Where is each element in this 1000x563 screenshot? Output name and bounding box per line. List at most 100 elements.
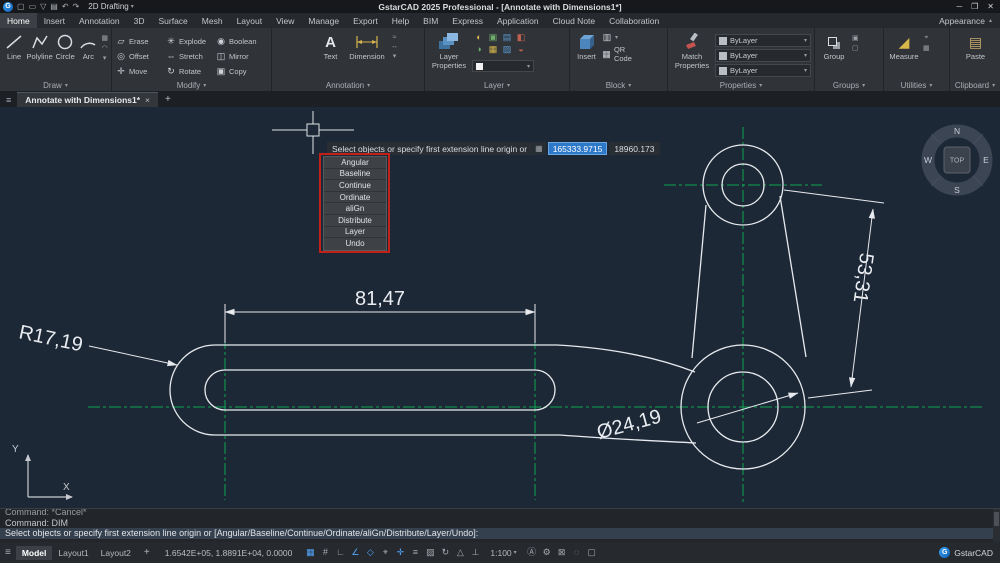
command-line-panel[interactable]: Command: *Cancel* Command: DIM Select ob…	[0, 508, 1000, 542]
layout-menu-icon[interactable]: ≡	[5, 547, 13, 558]
ribbon-tab-bim[interactable]: BIM	[416, 13, 445, 28]
layout-tab-layout2[interactable]: Layout2	[95, 546, 137, 560]
toggle-dynamic-ucs[interactable]: ⊥	[468, 545, 482, 560]
layer-properties-tool[interactable]: Layer Properties	[429, 32, 469, 70]
layer-tool-icons[interactable]: ◐ ▣ ▤ ◧ ◑ ▦ ▨ ◒	[472, 33, 534, 57]
panel-label-clipboard[interactable]: Clipboard▾	[950, 79, 1000, 91]
gstarcad-logo-icon[interactable]: G	[3, 2, 13, 12]
command-scrollbar[interactable]	[993, 509, 1000, 542]
circle-tool[interactable]: Circle	[55, 32, 75, 62]
toggle-lock-ui[interactable]: ⊠	[555, 545, 569, 560]
toggle-clean-screen[interactable]: ▢	[585, 545, 599, 560]
menu-item-ordinate[interactable]: Ordinate	[324, 192, 386, 204]
text-tool[interactable]: A Text	[318, 32, 343, 62]
modify-tool-erase[interactable]: ▱ Erase	[116, 34, 166, 49]
ribbon-tab-annotation[interactable]: Annotation	[72, 13, 127, 28]
toggle-snap[interactable]: #	[318, 545, 332, 560]
save-icon[interactable]: ▽	[40, 3, 46, 11]
layer-isolate-icon[interactable]: ◑	[472, 45, 486, 57]
ribbon-tab-3d[interactable]: 3D	[127, 13, 152, 28]
maximize-button[interactable]: ❐	[971, 2, 978, 11]
panel-label-layer[interactable]: Layer▾	[425, 79, 569, 91]
annotation-scale-control[interactable]: 1:100 ▾	[485, 548, 521, 558]
ribbon-tab-home[interactable]: Home	[0, 13, 37, 28]
dimension-tool[interactable]: Dimension	[346, 32, 388, 62]
new-file-icon[interactable]: ▢	[17, 3, 25, 11]
layout-tab-layout1[interactable]: Layout1	[52, 546, 94, 560]
ribbon-tab-mesh[interactable]: Mesh	[195, 13, 230, 28]
ribbon-tab-layout[interactable]: Layout	[230, 13, 270, 28]
coord-y-input[interactable]: 18960.173	[609, 142, 659, 155]
ribbon-tab-application[interactable]: Application	[490, 13, 546, 28]
match-properties-tool[interactable]: Match Properties	[672, 32, 712, 70]
toggle-object-snap[interactable]: ◇	[363, 545, 377, 560]
toggle-transparency[interactable]: ▨	[423, 545, 437, 560]
command-prompt-line[interactable]: Select objects or specify first extensio…	[0, 528, 1000, 539]
ribbon-tab-collaboration[interactable]: Collaboration	[602, 13, 666, 28]
polyline-tool[interactable]: Polyline	[27, 32, 52, 62]
layer-dropdown[interactable]: ▾	[472, 60, 534, 72]
modify-tool-rotate[interactable]: ↻ Rotate	[166, 64, 216, 79]
layout-tab-model[interactable]: Model	[16, 546, 53, 560]
panel-label-utilities[interactable]: Utilities▾	[884, 79, 949, 91]
toggle-lineweight[interactable]: ≡	[408, 545, 422, 560]
coord-x-input[interactable]: 165333.9715	[548, 142, 608, 155]
modify-tool-boolean[interactable]: ◉ Boolean	[216, 34, 266, 49]
toggle-workspace-switch[interactable]: ⚙	[540, 545, 554, 560]
ribbon-tab-surface[interactable]: Surface	[151, 13, 194, 28]
modify-tool-explode[interactable]: ✳ Explode	[166, 34, 216, 49]
annotation-overflow-icons[interactable]: ≈↔▾	[391, 32, 398, 60]
toggle-isolate-objects[interactable]: ◌	[570, 545, 584, 560]
toggle-dynamic-input[interactable]: ✛	[393, 545, 407, 560]
menu-item-baseline[interactable]: Baseline	[324, 169, 386, 181]
toggle-object-snap-tracking[interactable]: ⌖	[378, 545, 392, 560]
menu-item-align[interactable]: aliGn	[324, 203, 386, 215]
open-file-icon[interactable]: ▭	[29, 3, 37, 11]
ribbon-tab-manage[interactable]: Manage	[301, 13, 346, 28]
ribbon-tab-export[interactable]: Export	[346, 13, 385, 28]
qr-code-tool[interactable]: ▦ QR Code	[602, 45, 642, 63]
toggle-annotation-visibility[interactable]: Ⓐ	[525, 545, 539, 560]
block-edit-tool[interactable]: ▥▾	[602, 33, 642, 42]
ribbon-tab-help[interactable]: Help	[385, 13, 416, 28]
menu-item-layer[interactable]: Layer	[324, 227, 386, 239]
toggle-ortho[interactable]: ∟	[333, 545, 347, 560]
minimize-button[interactable]: ─	[956, 2, 962, 11]
toggle-3d-object-snap[interactable]: △	[453, 545, 467, 560]
menu-item-undo[interactable]: Undo	[324, 238, 386, 250]
redo-icon[interactable]: ↷	[73, 3, 80, 11]
add-layout-button[interactable]: +	[140, 547, 154, 558]
groups-overflow-icons[interactable]: ▣▢	[852, 32, 859, 52]
file-tabs-menu-icon[interactable]: ≡	[0, 95, 17, 105]
modify-tool-copy[interactable]: ▣ Copy	[216, 64, 266, 79]
menu-item-angular[interactable]: Angular	[324, 157, 386, 169]
modify-tool-mirror[interactable]: ◫ Mirror	[216, 49, 266, 64]
ribbon-collapse-icon[interactable]: ▴	[989, 17, 992, 24]
modify-tool-offset[interactable]: ◎ Offset	[116, 49, 166, 64]
ribbon-tab-cloud-note[interactable]: Cloud Note	[546, 13, 603, 28]
paste-tool[interactable]: ▤ Paste	[959, 32, 993, 62]
panel-label-groups[interactable]: Groups▾	[815, 79, 883, 91]
view-compass[interactable]: N W E S TOP	[924, 126, 989, 195]
menu-item-continue[interactable]: Continue	[324, 180, 386, 192]
toggle-polar-tracking[interactable]: ∠	[348, 545, 362, 560]
property-dropdown[interactable]: ByLayer ▾	[715, 49, 811, 62]
panel-label-modify[interactable]: Modify▾	[112, 79, 271, 91]
arc-tool[interactable]: Arc	[78, 32, 98, 62]
panel-label-annotation[interactable]: Annotation▾	[272, 79, 424, 91]
modify-tool-stretch[interactable]: ⇔ Stretch	[166, 49, 216, 64]
print-icon[interactable]: ▤	[50, 3, 58, 11]
drawing-viewport[interactable]: 81,47 R17,19 53,31 Ø24,19 Y X	[0, 107, 1000, 508]
group-tool[interactable]: Group	[819, 32, 849, 62]
layer-match-icon[interactable]: ▨	[500, 45, 514, 57]
undo-icon[interactable]: ↶	[62, 3, 69, 11]
new-drawing-tab-button[interactable]: +	[158, 94, 178, 105]
modify-tool-move[interactable]: ✛ Move	[116, 64, 166, 79]
property-dropdown[interactable]: ByLayer ▾	[715, 64, 811, 77]
panel-label-block[interactable]: Block▾	[570, 79, 667, 91]
panel-label-draw[interactable]: Draw▾	[0, 79, 111, 91]
menu-item-distribute[interactable]: Distribute	[324, 215, 386, 227]
close-button[interactable]: ✕	[987, 2, 994, 11]
toggle-grid[interactable]: ▦	[303, 545, 317, 560]
property-dropdown[interactable]: ByLayer ▾	[715, 34, 811, 47]
